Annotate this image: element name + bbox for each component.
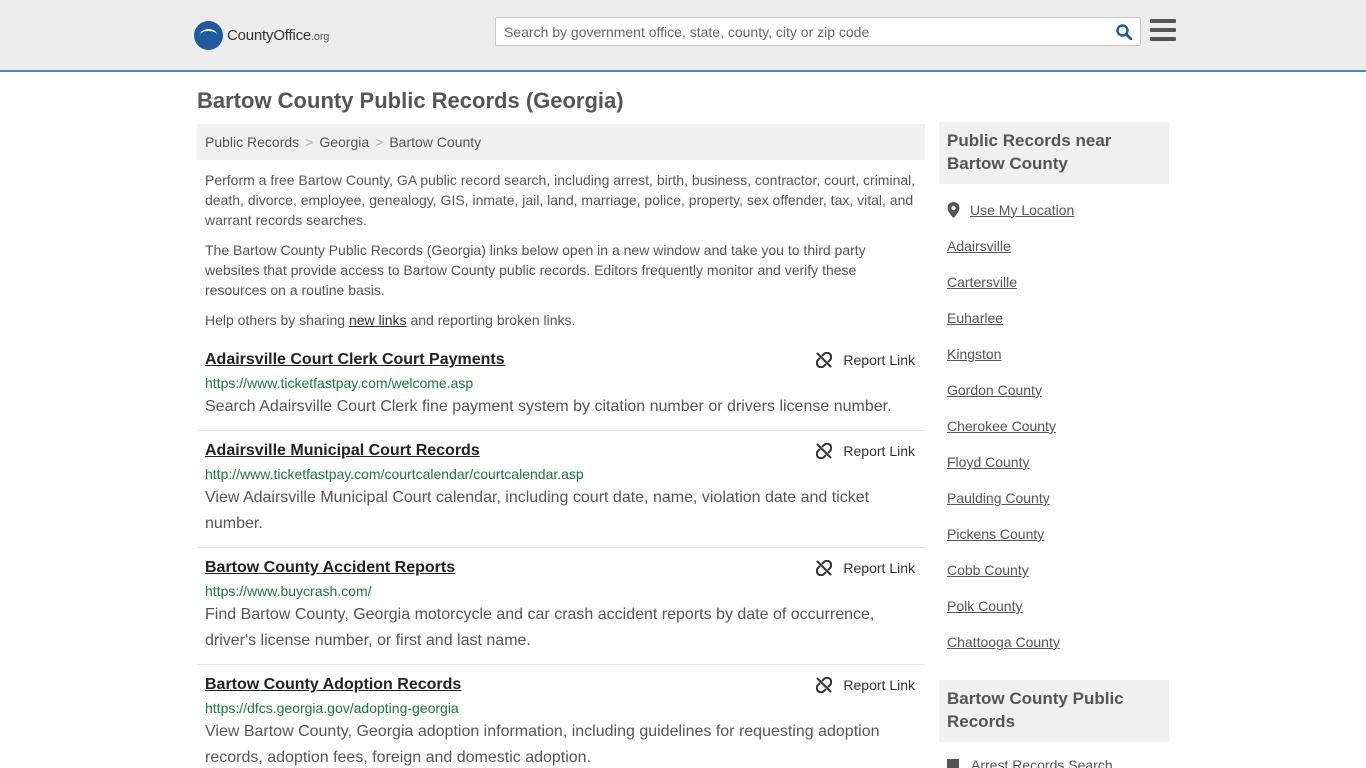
record-description: Find Bartow County, Georgia motorcycle a… bbox=[205, 606, 875, 649]
breadcrumb-public-records[interactable]: Public Records bbox=[205, 134, 299, 150]
site-logo[interactable]: CountyOffice.org bbox=[194, 20, 329, 50]
use-my-location-link[interactable]: Use My Location bbox=[947, 202, 1074, 218]
report-link-button[interactable]: Report Link bbox=[816, 677, 915, 693]
report-link-button[interactable]: Report Link bbox=[816, 352, 915, 368]
near-link-chattooga-county[interactable]: Chattooga County bbox=[947, 634, 1060, 650]
site-header: CountyOffice.org bbox=[0, 0, 1366, 72]
sidebar-near-heading: Public Records near Bartow County bbox=[939, 122, 1169, 184]
sidebar-county-heading: Bartow County Public Records bbox=[939, 680, 1169, 742]
report-link-label: Report Link bbox=[843, 352, 915, 368]
breadcrumb: Public Records > Georgia > Bartow County bbox=[197, 124, 925, 160]
record-description: View Adairsville Municipal Court calenda… bbox=[205, 489, 870, 532]
intro-help-text: Help others by sharing bbox=[205, 312, 349, 328]
record-title-link[interactable]: Bartow County Adoption Records bbox=[205, 675, 461, 695]
record-url: https://www.buycrash.com/ bbox=[205, 583, 372, 599]
near-link-kingston[interactable]: Kingston bbox=[947, 346, 1001, 362]
near-link-floyd-county[interactable]: Floyd County bbox=[947, 454, 1029, 470]
intro-paragraph-3: Help others by sharing new links and rep… bbox=[205, 310, 920, 330]
broken-link-icon bbox=[816, 560, 833, 576]
hamburger-menu-icon[interactable] bbox=[1150, 19, 1176, 41]
record-item: Bartow County Adoption Records Report Li… bbox=[197, 675, 925, 768]
near-link-euharlee[interactable]: Euharlee bbox=[947, 310, 1003, 326]
search-box bbox=[495, 17, 1141, 46]
arrest-records-search-link[interactable]: Arrest Records Search bbox=[947, 757, 1113, 768]
broken-link-icon bbox=[816, 443, 833, 459]
near-link-gordon-county[interactable]: Gordon County bbox=[947, 382, 1042, 398]
broken-link-icon bbox=[816, 677, 833, 693]
record-url: http://www.ticketfastpay.com/courtcalend… bbox=[205, 466, 584, 482]
map-pin-icon bbox=[947, 202, 960, 218]
near-link-adairsville[interactable]: Adairsville bbox=[947, 238, 1011, 254]
report-link-button[interactable]: Report Link bbox=[816, 443, 915, 459]
record-description: Search Adairsville Court Clerk fine paym… bbox=[205, 398, 892, 415]
arrest-records-label: Arrest Records Search bbox=[971, 757, 1113, 768]
intro-paragraph-2: The Bartow County Public Records (Georgi… bbox=[205, 242, 866, 298]
breadcrumb-georgia[interactable]: Georgia bbox=[319, 134, 369, 150]
record-title-link[interactable]: Adairsville Municipal Court Records bbox=[205, 441, 480, 461]
near-link-cartersville[interactable]: Cartersville bbox=[947, 274, 1017, 290]
record-url: https://www.ticketfastpay.com/welcome.as… bbox=[205, 375, 474, 391]
search-icon[interactable] bbox=[1116, 24, 1132, 40]
search-input[interactable] bbox=[496, 18, 1106, 45]
record-title-link[interactable]: Bartow County Accident Reports bbox=[205, 558, 455, 578]
arrest-record-icon bbox=[947, 759, 959, 768]
near-link-pickens-county[interactable]: Pickens County bbox=[947, 526, 1044, 542]
logo-org-text: .org bbox=[311, 30, 330, 43]
report-link-label: Report Link bbox=[843, 443, 915, 459]
report-link-label: Report Link bbox=[843, 560, 915, 576]
intro-paragraph-1: Perform a free Bartow County, GA public … bbox=[205, 172, 916, 228]
breadcrumb-separator: > bbox=[305, 134, 314, 150]
new-links-link[interactable]: new links bbox=[349, 312, 407, 328]
county-seal-icon bbox=[194, 20, 223, 50]
record-item: Adairsville Court Clerk Court Payments R… bbox=[197, 350, 925, 431]
near-link-polk-county[interactable]: Polk County bbox=[947, 598, 1022, 614]
logo-main-text: CountyOffice bbox=[227, 26, 312, 44]
breadcrumb-bartow-county[interactable]: Bartow County bbox=[389, 134, 481, 150]
near-link-cherokee-county[interactable]: Cherokee County bbox=[947, 418, 1056, 434]
page-title: Bartow County Public Records (Georgia) bbox=[197, 88, 624, 113]
intro-report-text: and reporting broken links. bbox=[406, 312, 576, 328]
near-link-paulding-county[interactable]: Paulding County bbox=[947, 490, 1050, 506]
use-my-location-label: Use My Location bbox=[970, 202, 1075, 218]
report-link-label: Report Link bbox=[843, 677, 915, 693]
broken-link-icon bbox=[816, 352, 833, 368]
near-link-cobb-county[interactable]: Cobb County bbox=[947, 562, 1029, 578]
record-item: Bartow County Accident Reports Report Li… bbox=[197, 558, 925, 665]
record-url: https://dfcs.georgia.gov/adopting-georgi… bbox=[205, 700, 459, 716]
record-description: View Bartow County, Georgia adoption inf… bbox=[205, 723, 880, 766]
record-item: Adairsville Municipal Court Records Repo… bbox=[197, 441, 925, 548]
logo-text: CountyOffice.org bbox=[227, 27, 329, 44]
report-link-button[interactable]: Report Link bbox=[816, 560, 915, 576]
record-title-link[interactable]: Adairsville Court Clerk Court Payments bbox=[205, 350, 505, 370]
breadcrumb-separator: > bbox=[375, 134, 384, 150]
